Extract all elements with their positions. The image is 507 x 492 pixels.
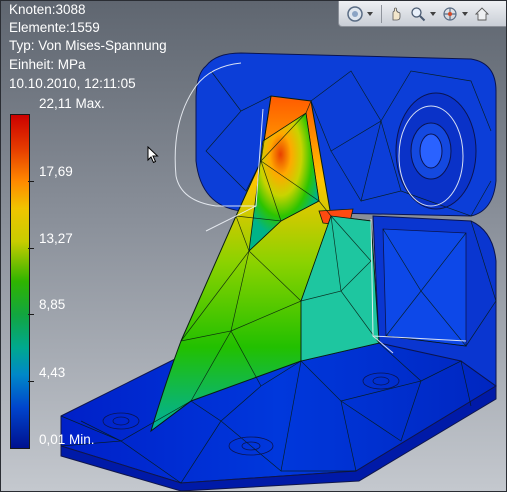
legend-label-3: 8,85 bbox=[39, 297, 66, 312]
chevron-down-icon[interactable] bbox=[462, 11, 468, 17]
info-timestamp: 10.10.2010, 12:11:05 bbox=[9, 76, 136, 91]
legend-tick bbox=[28, 181, 34, 182]
home-view-icon[interactable] bbox=[472, 4, 492, 24]
mouse-cursor-icon bbox=[147, 146, 159, 164]
chevron-down-icon[interactable] bbox=[367, 11, 373, 17]
graphics-viewport[interactable]: Knoten:3088 Elemente:1559 Typ: Von Mises… bbox=[0, 0, 507, 492]
legend-label-4: 4,43 bbox=[39, 365, 66, 380]
look-at-icon[interactable] bbox=[440, 4, 460, 24]
navigation-toolbar bbox=[338, 1, 506, 27]
legend-label-1: 17,69 bbox=[39, 164, 73, 179]
info-result-type: Typ: Von Mises-Spannung bbox=[9, 38, 167, 53]
toolbar-separator bbox=[381, 4, 382, 23]
legend-max-label: 22,11 Max. bbox=[39, 96, 105, 111]
info-elements: Elemente:1559 bbox=[9, 20, 100, 35]
zoom-icon[interactable] bbox=[408, 4, 428, 24]
legend-tick bbox=[28, 381, 34, 382]
info-unit: Einheit: MPa bbox=[9, 57, 86, 72]
chevron-down-icon[interactable] bbox=[430, 11, 436, 17]
info-nodes: Knoten:3088 bbox=[9, 2, 86, 17]
legend-tick bbox=[28, 314, 34, 315]
color-legend-bar bbox=[10, 114, 30, 449]
orbit-icon[interactable] bbox=[345, 4, 365, 24]
pan-icon[interactable] bbox=[386, 4, 406, 24]
legend-min-label: 0,01 Min. bbox=[39, 432, 95, 447]
legend-tick bbox=[28, 248, 34, 249]
legend-label-2: 13,27 bbox=[39, 231, 73, 246]
